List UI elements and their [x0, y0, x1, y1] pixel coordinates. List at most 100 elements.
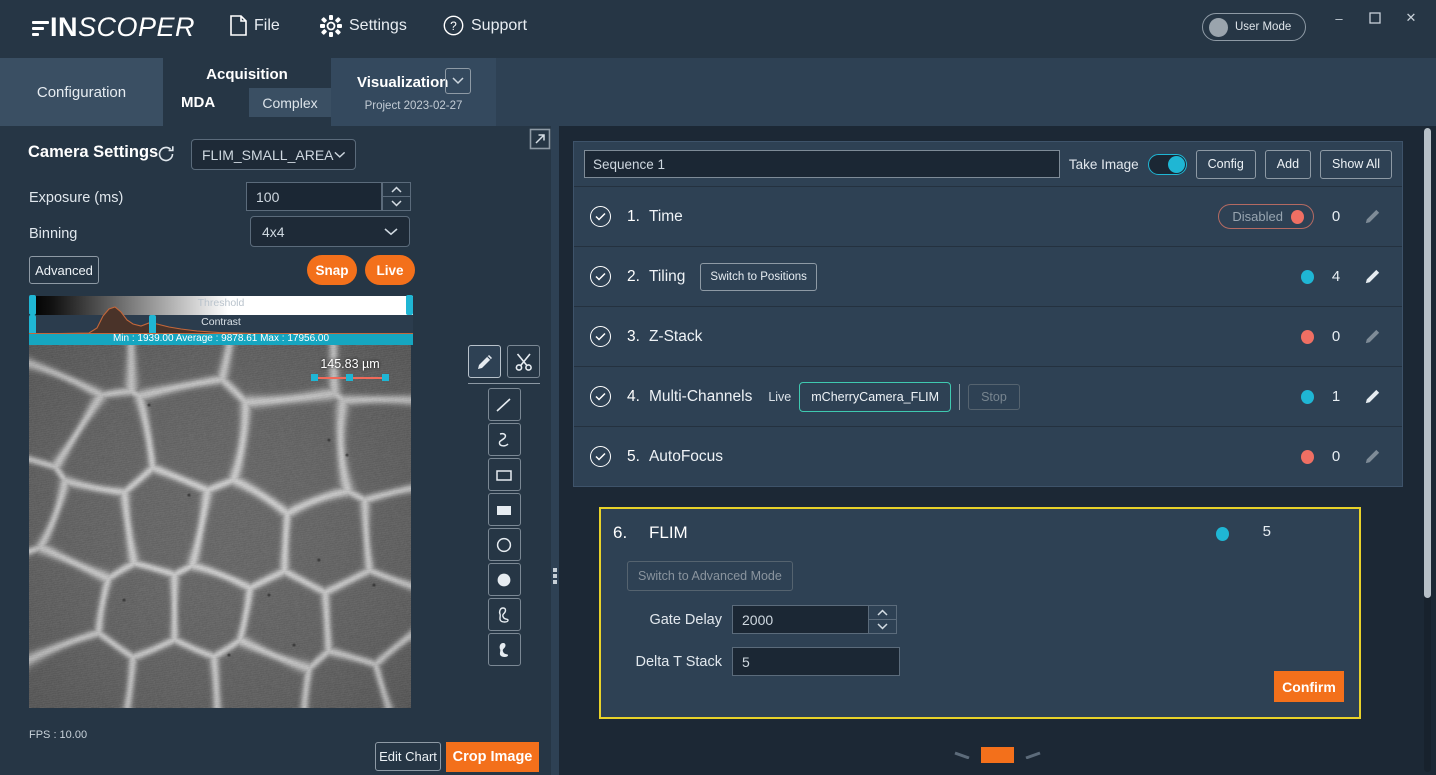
- ellipse-outline-icon[interactable]: [488, 528, 521, 561]
- table-row[interactable]: 2. Tiling Switch to Positions 4: [574, 246, 1402, 306]
- config-button[interactable]: Config: [1196, 150, 1256, 179]
- tab-acquisition-label: Acquisition: [163, 66, 331, 83]
- microscopy-image: [29, 345, 411, 708]
- threshold-handle-min[interactable]: [29, 295, 36, 315]
- edit-pencil-icon[interactable]: [1358, 387, 1386, 406]
- chevron-left-icon[interactable]: [954, 751, 970, 759]
- tab-configuration[interactable]: Configuration: [0, 58, 163, 126]
- row-check-icon[interactable]: [590, 386, 611, 407]
- question-circle-icon: ?: [443, 15, 464, 36]
- gate-delay-stepper-down[interactable]: [869, 620, 896, 633]
- tab-mda[interactable]: MDA: [181, 94, 215, 111]
- tool-divider: [468, 383, 540, 384]
- scissors-icon[interactable]: [507, 345, 540, 378]
- minimize-button[interactable]: –: [1322, 6, 1356, 30]
- row-count: 1: [1314, 388, 1358, 405]
- crop-image-button[interactable]: Crop Image: [446, 742, 539, 772]
- gate-delay-input[interactable]: 2000: [732, 605, 869, 634]
- switch-to-advanced-mode-button[interactable]: Switch to Advanced Mode: [627, 561, 793, 591]
- edit-pencil-icon[interactable]: [1358, 447, 1386, 466]
- channel-select[interactable]: mCherryCamera_FLIM: [799, 382, 951, 412]
- disabled-pill[interactable]: Disabled: [1218, 204, 1314, 229]
- ellipse-filled-icon[interactable]: [488, 563, 521, 596]
- add-button[interactable]: Add: [1265, 150, 1311, 179]
- menu-file[interactable]: File: [230, 15, 280, 36]
- rectangle-filled-icon[interactable]: [488, 493, 521, 526]
- live-button[interactable]: Live: [365, 255, 415, 285]
- gate-delay-stepper-up[interactable]: [869, 606, 896, 620]
- stop-button[interactable]: Stop: [968, 384, 1020, 410]
- scrollbar-thumb[interactable]: [1424, 128, 1431, 598]
- pencil-icon[interactable]: [468, 345, 501, 378]
- menu-settings[interactable]: Settings: [320, 15, 407, 37]
- rectangle-outline-icon[interactable]: [488, 458, 521, 491]
- threshold-handle-max[interactable]: [406, 295, 413, 315]
- chevron-down-icon: [334, 151, 346, 159]
- row-check-icon[interactable]: [590, 326, 611, 347]
- edit-pencil-icon[interactable]: [1358, 267, 1386, 286]
- table-row[interactable]: 1. Time Disabled 0: [574, 186, 1402, 246]
- chevron-right-icon[interactable]: [1025, 751, 1041, 759]
- delta-t-label: Delta T Stack: [615, 654, 722, 670]
- polygon-outline-icon[interactable]: [488, 598, 521, 631]
- binning-select[interactable]: 4x4: [250, 216, 410, 247]
- expand-panel-icon[interactable]: [529, 128, 551, 150]
- chevron-down-icon[interactable]: [445, 68, 471, 94]
- flim-card: 6. FLIM 5 Switch to Advanced Mode Gate D…: [599, 507, 1361, 719]
- edit-pencil-icon[interactable]: [1358, 327, 1386, 346]
- tab-acquisition[interactable]: Acquisition MDA Complex: [163, 58, 331, 126]
- exposure-stepper[interactable]: [382, 182, 411, 211]
- tab-complex[interactable]: Complex: [249, 88, 331, 117]
- edit-pencil-icon[interactable]: [1358, 207, 1386, 226]
- row-index: 5.: [627, 448, 640, 466]
- tab-bar: Configuration Acquisition MDA Complex Vi…: [0, 58, 1436, 126]
- scale-bar: 145.83 µm: [311, 357, 389, 383]
- flim-index: 6.: [613, 523, 627, 543]
- page-indicator[interactable]: [981, 747, 1014, 763]
- line-icon[interactable]: [488, 388, 521, 421]
- exposure-stepper-down[interactable]: [383, 197, 410, 210]
- status-dot: [1291, 210, 1304, 224]
- switch-to-positions-button[interactable]: Switch to Positions: [700, 263, 817, 291]
- vertical-scrollbar[interactable]: [1424, 128, 1431, 772]
- contrast-handle-max[interactable]: [149, 315, 156, 335]
- status-dot: [1301, 390, 1314, 404]
- tab-visualization[interactable]: Visualization Project 2023-02-27: [331, 58, 496, 126]
- user-mode-toggle[interactable]: User Mode: [1202, 13, 1306, 41]
- row-check-icon[interactable]: [590, 266, 611, 287]
- show-all-button[interactable]: Show All: [1320, 150, 1392, 179]
- exposure-input[interactable]: 100: [246, 182, 382, 211]
- table-row[interactable]: 5. AutoFocus 0: [574, 426, 1402, 486]
- menu-settings-label: Settings: [349, 17, 407, 35]
- close-button[interactable]: ✕: [1394, 6, 1428, 30]
- row-check-icon[interactable]: [590, 446, 611, 467]
- gate-delay-stepper[interactable]: [868, 605, 897, 634]
- delta-t-input[interactable]: 5: [732, 647, 900, 676]
- camera-profile-select[interactable]: FLIM_SMALL_AREA: [191, 139, 356, 170]
- row-name: Tiling: [649, 268, 685, 286]
- menu-support[interactable]: ? Support: [443, 15, 527, 36]
- freehand-icon[interactable]: [488, 423, 521, 456]
- maximize-button[interactable]: [1358, 6, 1392, 30]
- snap-button[interactable]: Snap: [307, 255, 357, 285]
- camera-preview-image[interactable]: 145.83 µm: [29, 345, 411, 708]
- row-index: 1.: [627, 208, 640, 226]
- user-mode-label: User Mode: [1235, 21, 1291, 33]
- sequence-name-input[interactable]: Sequence 1: [584, 150, 1060, 178]
- polygon-filled-icon[interactable]: [488, 633, 521, 666]
- row-name: AutoFocus: [649, 448, 723, 466]
- contrast-handle-min[interactable]: [29, 315, 36, 335]
- row-check-icon[interactable]: [590, 206, 611, 227]
- advanced-button[interactable]: Advanced: [29, 256, 99, 284]
- take-image-toggle[interactable]: [1148, 154, 1187, 175]
- flim-title: FLIM: [649, 523, 688, 543]
- panel-splitter[interactable]: [551, 126, 559, 775]
- chevron-down-icon: [384, 228, 398, 236]
- exposure-stepper-up[interactable]: [383, 183, 410, 197]
- camera-profile-value: FLIM_SMALL_AREA: [202, 147, 334, 163]
- refresh-icon[interactable]: [156, 144, 176, 164]
- table-row[interactable]: 3. Z-Stack 0: [574, 306, 1402, 366]
- confirm-button[interactable]: Confirm: [1274, 671, 1344, 702]
- edit-chart-button[interactable]: Edit Chart: [375, 742, 441, 771]
- table-row[interactable]: 4. Multi-Channels Live mCherryCamera_FLI…: [574, 366, 1402, 426]
